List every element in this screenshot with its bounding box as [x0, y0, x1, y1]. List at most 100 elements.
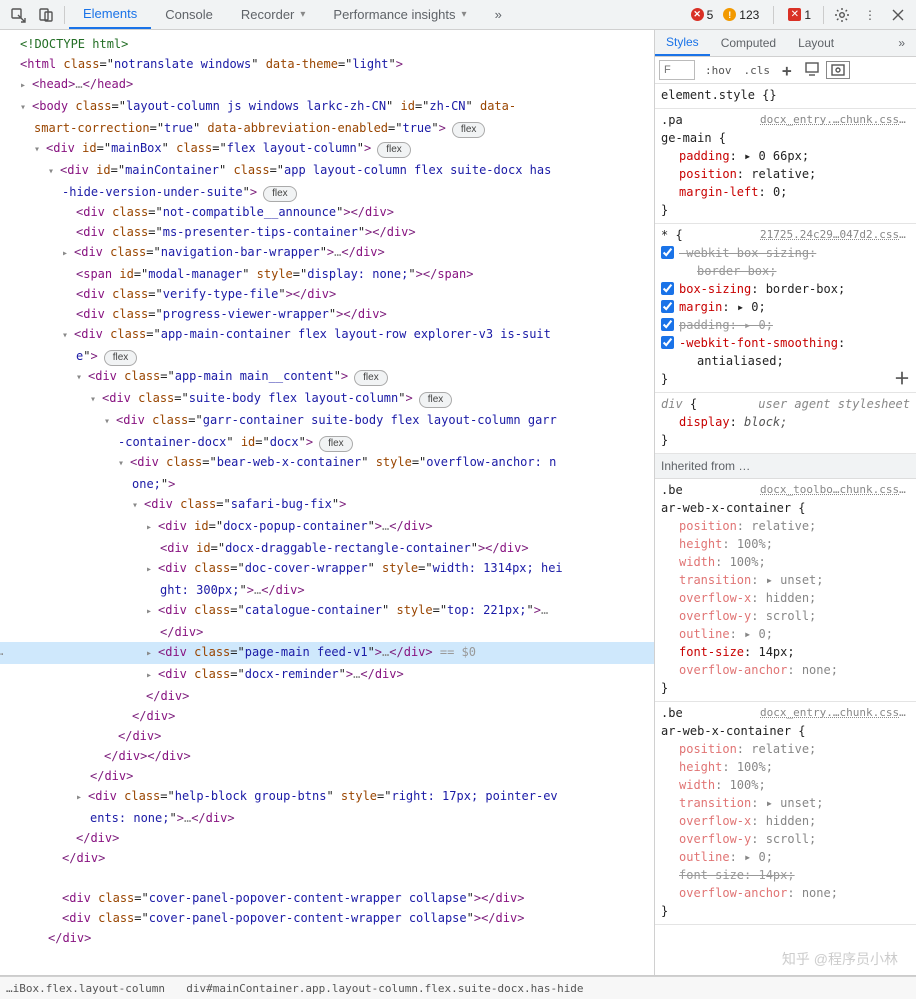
dom-node[interactable]: <div id="mainContainer" class="app layou… [6, 160, 654, 182]
expand-toggle[interactable] [62, 324, 74, 346]
dom-node[interactable]: <div class="cover-panel-popover-content-… [6, 888, 654, 908]
source-link[interactable]: 21725.24c29…047d2.css:1 [760, 226, 910, 244]
rendering-icon[interactable] [826, 61, 850, 79]
dom-node[interactable]: <div class="help-block group-btns" style… [6, 786, 654, 808]
expand-toggle[interactable] [76, 366, 88, 388]
computed-toggle-icon[interactable] [798, 61, 826, 80]
expand-toggle[interactable] [132, 494, 144, 516]
expand-toggle[interactable] [146, 664, 158, 686]
crumb[interactable]: iBox.flex.layout-column [13, 982, 165, 995]
tab-styles[interactable]: Styles [655, 30, 710, 56]
dom-node[interactable]: ght: 300px;">…</div> [6, 580, 654, 600]
settings-icon[interactable] [828, 2, 856, 28]
expand-toggle[interactable] [104, 410, 116, 432]
dom-node[interactable]: <body class="layout-column js windows la… [6, 96, 654, 118]
style-rule[interactable]: 21725.24c29…047d2.css:1* {-webkit-box-si… [655, 224, 916, 393]
dom-node[interactable]: <div class="navigation-bar-wrapper">…</d… [6, 242, 654, 264]
dom-node[interactable]: <div class="garr-container suite-body fl… [6, 410, 654, 432]
crumb[interactable]: div#mainContainer.app.layout-column.flex… [186, 982, 583, 995]
dom-node[interactable]: <head>…</head> [6, 74, 654, 96]
dom-node[interactable]: <!DOCTYPE html> [6, 34, 654, 54]
dom-node[interactable]: ents: none;">…</div> [6, 808, 654, 828]
style-rules[interactable]: element.style {}docx_entry.…chunk.css:1.… [655, 84, 916, 975]
dom-node[interactable]: </div> [6, 928, 654, 948]
dom-node[interactable]: <div class="catalogue-container" style="… [6, 600, 654, 622]
prop-toggle[interactable] [661, 336, 674, 349]
expand-toggle[interactable] [90, 388, 102, 410]
prop-toggle[interactable] [661, 300, 674, 313]
dom-node[interactable] [6, 868, 654, 888]
dom-node[interactable]: <div class="ms-presenter-tips-container"… [6, 222, 654, 242]
tab-layout[interactable]: Layout [787, 30, 845, 56]
dom-node[interactable]: </div> [6, 766, 654, 786]
issues-count[interactable]: ✕1 [788, 8, 811, 22]
expand-toggle[interactable] [146, 642, 158, 664]
more-tabs-icon[interactable]: » [481, 0, 516, 29]
expand-toggle[interactable] [48, 160, 60, 182]
style-rule[interactable]: user agent stylesheetdiv {display: block… [655, 393, 916, 454]
tab-console[interactable]: Console [151, 0, 227, 29]
dom-node[interactable]: ⋯<div class="page-main feed-v1">…</div> … [0, 642, 654, 664]
dom-node[interactable]: <div class="docx-reminder">…</div> [6, 664, 654, 686]
elements-tree[interactable]: <!DOCTYPE html><html class="notranslate … [0, 30, 654, 975]
style-rule[interactable]: docx_entry.…chunk.css:1.page-main {paddi… [655, 109, 916, 224]
style-rule[interactable]: docx_toolbo…chunk.css:1.bear-web-x-conta… [655, 479, 916, 702]
close-icon[interactable] [884, 2, 912, 28]
inspect-icon[interactable] [4, 2, 32, 28]
expand-toggle[interactable] [146, 558, 158, 580]
dom-node[interactable]: <span id="modal-manager" style="display:… [6, 264, 654, 284]
new-rule-icon[interactable]: + [776, 61, 798, 80]
expand-toggle[interactable] [34, 138, 46, 160]
warning-count[interactable]: !123 [723, 8, 759, 22]
dom-node[interactable]: <div class="app-main main__content">flex [6, 366, 654, 388]
tab-computed[interactable]: Computed [710, 30, 787, 56]
tab-recorder[interactable]: Recorder▾ [227, 0, 320, 29]
prop-toggle[interactable] [661, 318, 674, 331]
dom-node[interactable]: -container-docx" id="docx">flex [6, 432, 654, 452]
dom-node[interactable]: -hide-version-under-suite">flex [6, 182, 654, 202]
expand-toggle[interactable] [118, 452, 130, 474]
dom-node[interactable]: <div class="suite-body flex layout-colum… [6, 388, 654, 410]
tab-elements[interactable]: Elements [69, 0, 151, 29]
prop-toggle[interactable] [661, 246, 674, 259]
dom-node[interactable]: </div> [6, 848, 654, 868]
dom-node[interactable]: </div> [6, 828, 654, 848]
expand-toggle[interactable] [146, 516, 158, 538]
device-toggle-icon[interactable] [32, 2, 60, 28]
dom-node[interactable]: one;"> [6, 474, 654, 494]
expand-toggle[interactable] [20, 74, 32, 96]
dom-node[interactable]: e">flex [6, 346, 654, 366]
dom-node[interactable]: <div id="mainBox" class="flex layout-col… [6, 138, 654, 160]
dom-node[interactable]: <div class="bear-web-x-container" style=… [6, 452, 654, 474]
dom-node[interactable]: <div class="verify-type-file"></div> [6, 284, 654, 304]
more-tabs-icon[interactable]: » [887, 30, 916, 56]
filter-input[interactable] [659, 60, 695, 80]
dom-node[interactable]: </div> [6, 706, 654, 726]
dom-node[interactable]: <div class="not-compatible__announce"></… [6, 202, 654, 222]
style-rule[interactable]: element.style {} [655, 84, 916, 109]
dom-node[interactable]: <div class="doc-cover-wrapper" style="wi… [6, 558, 654, 580]
prop-toggle[interactable] [661, 282, 674, 295]
dom-node[interactable]: <div class="app-main-container flex layo… [6, 324, 654, 346]
add-rule-icon[interactable]: ＋ [894, 370, 910, 388]
style-rule[interactable]: docx_entry.…chunk.css:1.bear-web-x-conta… [655, 702, 916, 925]
dom-node[interactable]: <html class="notranslate windows" data-t… [6, 54, 654, 74]
dom-node[interactable]: </div> [6, 686, 654, 706]
breadcrumbs[interactable]: … iBox.flex.layout-column div#mainContai… [0, 976, 916, 999]
dom-node[interactable]: </div></div> [6, 746, 654, 766]
dom-node[interactable]: <div id="docx-draggable-rectangle-contai… [6, 538, 654, 558]
dom-node[interactable]: </div> [6, 622, 654, 642]
expand-toggle[interactable] [76, 786, 88, 808]
dom-node[interactable]: </div> [6, 726, 654, 746]
expand-toggle[interactable] [20, 96, 32, 118]
dom-node[interactable]: <div id="docx-popup-container">…</div> [6, 516, 654, 538]
dom-node[interactable]: <div class="progress-viewer-wrapper"></d… [6, 304, 654, 324]
expand-toggle[interactable] [62, 242, 74, 264]
tab-performance-insights[interactable]: Performance insights▾ [319, 0, 480, 29]
cls-toggle[interactable]: .cls [738, 64, 777, 77]
hov-toggle[interactable]: :hov [699, 64, 738, 77]
dom-node[interactable]: <div class="safari-bug-fix"> [6, 494, 654, 516]
more-icon[interactable]: ⋮ [856, 2, 884, 28]
dom-node[interactable]: smart-correction="true" data-abbreviatio… [6, 118, 654, 138]
error-count[interactable]: ✕5 [691, 8, 714, 22]
